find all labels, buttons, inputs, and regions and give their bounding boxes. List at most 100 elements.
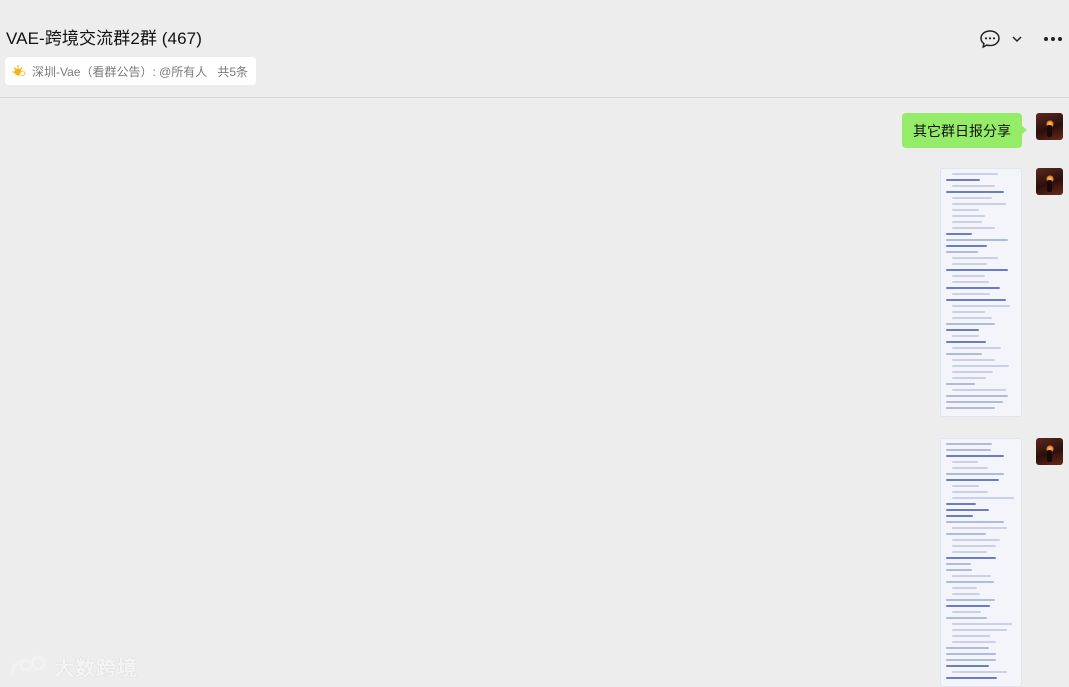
thumbnail-line xyxy=(952,209,980,211)
thumbnail-line xyxy=(952,275,985,277)
thumbnail-line xyxy=(952,335,980,337)
thumbnail-line xyxy=(952,575,992,577)
thumbnail-line xyxy=(952,263,987,265)
header-actions xyxy=(979,28,1063,50)
thumbnail-line xyxy=(946,443,993,445)
thumbnail-line xyxy=(952,545,997,547)
image-message[interactable] xyxy=(940,168,1022,417)
thumbnail-line xyxy=(946,473,1005,475)
thumbnail-line xyxy=(946,503,977,505)
thumbnail-line xyxy=(946,395,1008,397)
thumbnail-line xyxy=(952,221,983,223)
thumbnail-line xyxy=(946,323,995,325)
document-thumbnail xyxy=(946,173,1016,412)
avatar[interactable] xyxy=(1036,438,1063,465)
thumbnail-line xyxy=(946,407,995,409)
chat-header: VAE-跨境交流群2群 (467) 深圳-Vae（看群公告）: @所有人 ...… xyxy=(0,0,1069,98)
thumbnail-line xyxy=(946,569,972,571)
chat-title[interactable]: VAE-跨境交流群2群 (467) xyxy=(6,24,202,49)
thumbnail-line xyxy=(952,467,988,469)
thumbnail-line xyxy=(952,551,987,553)
thumbnail-line xyxy=(946,581,994,583)
thumbnail-line xyxy=(946,605,991,607)
thumbnail-line xyxy=(952,389,1006,391)
more-button[interactable] xyxy=(1043,28,1063,50)
chat-mode-button[interactable] xyxy=(979,28,1001,50)
watermark-text: 大数跨境 xyxy=(54,658,138,680)
notice-count: 共5条 xyxy=(217,64,248,79)
thumbnail-line xyxy=(946,449,991,451)
notice-text: 深圳-Vae（看群公告）: @所有人 ... xyxy=(32,64,208,79)
thumbnail-line xyxy=(952,671,1007,673)
thumbnail-line xyxy=(946,557,997,559)
thumbnail-line xyxy=(952,485,979,487)
thumbnail-line xyxy=(946,287,1000,289)
thumbnail-line xyxy=(946,647,989,649)
group-notice-bar[interactable]: 深圳-Vae（看群公告）: @所有人 ... 共5条 xyxy=(5,57,256,85)
thumbnail-line xyxy=(946,677,998,679)
more-icon xyxy=(1044,37,1062,41)
message-bubble[interactable]: 其它群日报分享 xyxy=(902,113,1027,148)
thumbnail-line xyxy=(946,179,980,181)
thumbnail-line xyxy=(952,635,990,637)
thumbnail-line xyxy=(952,461,978,463)
thumbnail-line xyxy=(946,329,979,331)
avatar[interactable] xyxy=(1036,168,1063,195)
thumbnail-line xyxy=(952,347,1001,349)
avatar-figure xyxy=(1047,450,1052,462)
thumbnail-line xyxy=(952,281,990,283)
thumbnail-line xyxy=(946,515,974,517)
thumbnail-line xyxy=(952,623,1012,625)
sun-icon xyxy=(12,64,26,76)
avatar[interactable] xyxy=(1036,113,1063,140)
watermark-logo-icon xyxy=(10,655,46,676)
thumbnail-line xyxy=(952,215,985,217)
avatar-figure xyxy=(1047,125,1052,137)
thumbnail-line xyxy=(946,299,1006,301)
document-thumbnail xyxy=(946,443,1016,682)
watermark: 大数跨境 xyxy=(8,652,138,681)
chat-mode-dropdown[interactable] xyxy=(1011,28,1023,50)
thumbnail-line xyxy=(946,455,1005,457)
message-text: 其它群日报分享 xyxy=(913,122,1011,139)
chat-bubble-icon xyxy=(980,30,1000,49)
thumbnail-line xyxy=(952,311,985,313)
avatar-figure xyxy=(1047,180,1052,192)
thumbnail-line xyxy=(946,665,989,667)
thumbnail-line xyxy=(952,305,1011,307)
thumbnail-line xyxy=(952,539,1001,541)
thumbnail-line xyxy=(952,227,995,229)
thumbnail-line xyxy=(946,383,976,385)
thumbnail-line xyxy=(952,365,1009,367)
thumbnail-line xyxy=(952,593,980,595)
thumbnail-line xyxy=(952,317,992,319)
thumbnail-line xyxy=(952,185,996,187)
thumbnail-line xyxy=(946,401,1004,403)
thumbnail-line xyxy=(946,563,971,565)
thumbnail-line xyxy=(946,521,1005,523)
thumbnail-line xyxy=(946,599,995,601)
thumbnail-line xyxy=(952,611,981,613)
thumbnail-line xyxy=(946,251,978,253)
chevron-down-icon xyxy=(1012,36,1022,43)
thumbnail-line xyxy=(952,293,990,295)
thumbnail-line xyxy=(946,653,997,655)
thumbnail-line xyxy=(952,641,997,643)
thumbnail-line xyxy=(952,371,994,373)
thumbnail-line xyxy=(952,203,1006,205)
thumbnail-line xyxy=(946,617,988,619)
thumbnail-line xyxy=(946,269,1009,271)
thumbnail-line xyxy=(946,509,989,511)
thumbnail-line xyxy=(952,197,992,199)
thumbnail-line xyxy=(946,341,986,343)
thumbnail-line xyxy=(952,257,998,259)
thumbnail-line xyxy=(946,479,999,481)
thumbnail-line xyxy=(946,233,972,235)
thumbnail-line xyxy=(952,497,1014,499)
thumbnail-line xyxy=(946,191,1005,193)
thumbnail-line xyxy=(946,659,996,661)
thumbnail-line xyxy=(952,377,986,379)
thumbnail-line xyxy=(952,527,1007,529)
image-message[interactable] xyxy=(940,438,1022,687)
thumbnail-line xyxy=(952,587,977,589)
